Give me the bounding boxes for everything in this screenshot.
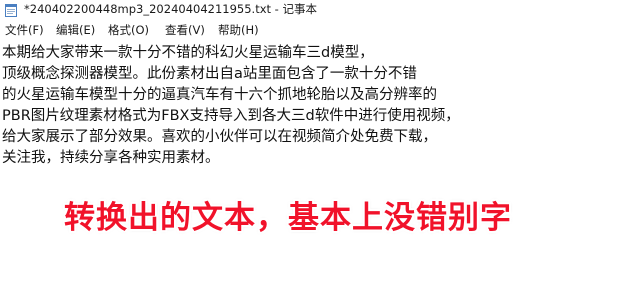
text-line: 顶级概念探测器模型。此份素材出自a站里面包含了一款十分不错 — [2, 66, 417, 82]
menu-edit[interactable]: 编辑(E) — [56, 23, 95, 38]
menu-file[interactable]: 文件(F) — [5, 23, 44, 38]
notepad-icon — [5, 2, 17, 17]
text-editor[interactable]: 本期给大家带来一款十分不错的科幻火星运输车三d模型， 顶级概念探测器模型。此份素… — [0, 41, 640, 304]
menu-format[interactable]: 格式(O) — [108, 23, 149, 38]
text-line: 本期给大家带来一款十分不错的科幻火星运输车三d模型， — [2, 45, 374, 61]
text-line: 关注我，持续分享各种实用素材。 — [2, 150, 220, 166]
menu-bar: 文件(F) 编辑(E) 格式(O) 查看(V) 帮助(H) — [0, 20, 640, 41]
menu-help[interactable]: 帮助(H) — [218, 23, 259, 38]
menu-view[interactable]: 查看(V) — [165, 23, 205, 38]
title-bar[interactable]: *240402200448mp3_20240404211955.txt - 记事… — [0, 0, 640, 20]
overlay-caption: 转换出的文本，基本上没错别字 — [64, 200, 512, 236]
text-line: PBR图片纹理素材格式为FBX支持导入到各大三d软件中进行使用视频， — [2, 108, 460, 124]
text-line: 给大家展示了部分效果。喜欢的小伙伴可以在视频简介处免费下载， — [2, 129, 437, 145]
window-title: *240402200448mp3_20240404211955.txt - 记事… — [24, 2, 317, 16]
notepad-window: *240402200448mp3_20240404211955.txt - 记事… — [0, 0, 640, 304]
text-line: 的火星运输车模型十分的逼真汽车有十六个抓地轮胎以及高分辨率的 — [2, 87, 437, 103]
